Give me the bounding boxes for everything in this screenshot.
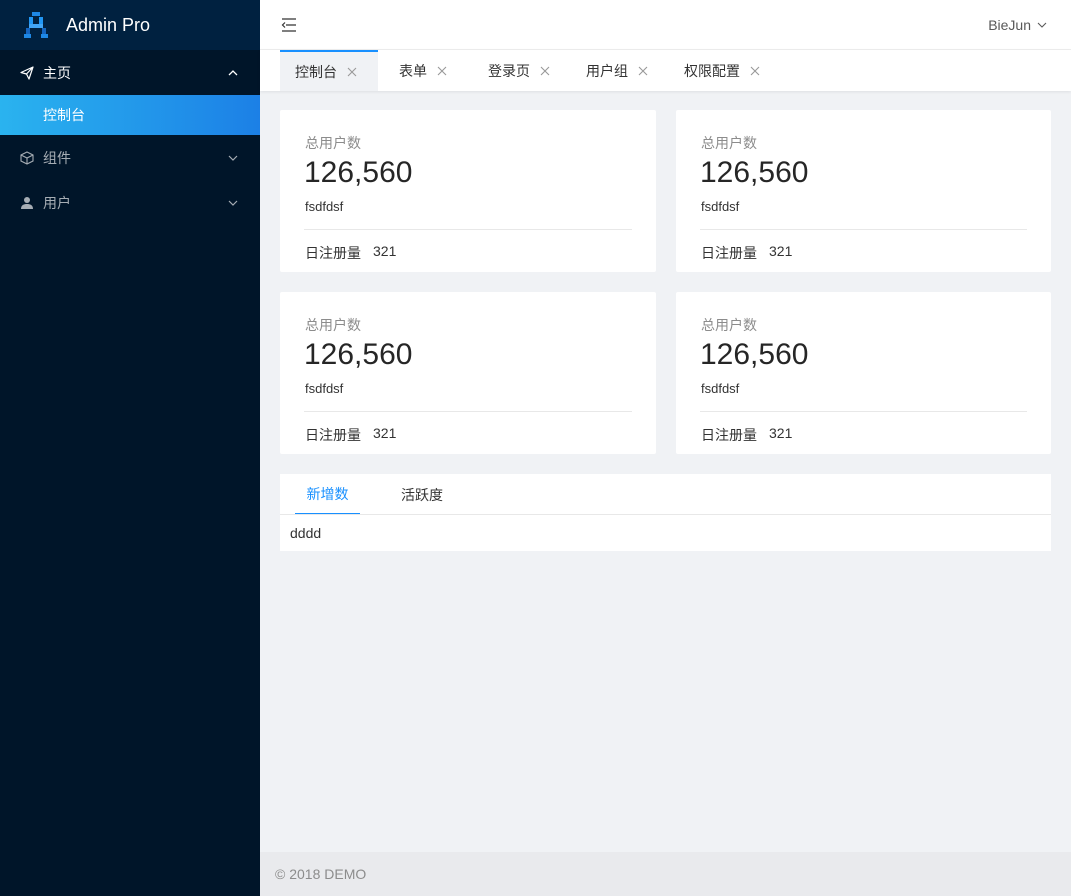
card-divider bbox=[700, 229, 1027, 230]
card-value: 126,560 bbox=[700, 338, 809, 371]
card-title: 总用户数 bbox=[701, 317, 757, 333]
logo-area[interactable]: Admin Pro bbox=[0, 0, 260, 50]
tab-label: 表单 bbox=[399, 62, 427, 79]
tab-permission-config[interactable]: 权限配置 bbox=[684, 50, 760, 91]
footer-copyright: © 2018 DEMO bbox=[275, 866, 367, 882]
top-header: BieJun bbox=[260, 0, 1071, 50]
card-title: 总用户数 bbox=[701, 135, 757, 151]
card-value: 126,560 bbox=[304, 338, 413, 371]
app-title: Admin Pro bbox=[66, 14, 151, 35]
tab-label: 用户组 bbox=[586, 62, 628, 79]
card-footer: 日注册量 321 bbox=[701, 425, 792, 445]
card-divider bbox=[304, 229, 632, 230]
close-icon[interactable] bbox=[347, 67, 357, 77]
user-icon bbox=[20, 196, 34, 210]
sidebar-menu-home[interactable]: 主页 bbox=[0, 50, 260, 95]
chevron-up-icon bbox=[228, 68, 238, 78]
send-icon bbox=[20, 65, 34, 80]
card-value: 126,560 bbox=[304, 156, 413, 189]
close-icon[interactable] bbox=[750, 66, 760, 76]
card-footer-label: 日注册量 bbox=[305, 427, 361, 443]
card-title: 总用户数 bbox=[305, 317, 361, 333]
stat-card: 总用户数 126,560 fsdfdsf 日注册量 321 bbox=[280, 292, 656, 454]
card-footer-label: 日注册量 bbox=[701, 427, 757, 443]
card-footer-value: 321 bbox=[769, 243, 793, 259]
card-divider bbox=[700, 411, 1027, 412]
tab-label: 权限配置 bbox=[684, 62, 740, 79]
sidebar-menu-label: 用户 bbox=[43, 194, 71, 211]
card-title: 总用户数 bbox=[305, 135, 361, 151]
admin-logo-icon bbox=[24, 12, 48, 38]
menu-fold-icon[interactable] bbox=[281, 17, 297, 33]
sidebar-menu-label: 主页 bbox=[43, 64, 71, 81]
page-tabs-bar: 控制台 表单 登录页 用户组 权限配置 bbox=[260, 50, 1071, 91]
tab-login-page[interactable]: 登录页 bbox=[488, 50, 550, 91]
card-footer-value: 321 bbox=[373, 425, 397, 441]
stats-tabs-panel: 新增数 活跃度 dddd bbox=[280, 474, 1051, 551]
stat-card: 总用户数 126,560 fsdfdsf 日注册量 321 bbox=[676, 110, 1051, 272]
page-footer: © 2018 DEMO bbox=[260, 852, 1071, 896]
stat-card: 总用户数 126,560 fsdfdsf 日注册量 321 bbox=[280, 110, 656, 272]
sidebar-menu-users[interactable]: 用户 bbox=[0, 180, 260, 225]
card-footer: 日注册量 321 bbox=[305, 243, 396, 263]
close-icon[interactable] bbox=[638, 66, 648, 76]
card-footer-value: 321 bbox=[769, 425, 793, 441]
card-subtext: fsdfdsf bbox=[701, 381, 740, 396]
card-footer: 日注册量 321 bbox=[305, 425, 396, 445]
chevron-down-icon bbox=[228, 153, 238, 163]
tab-label: 控制台 bbox=[295, 63, 337, 80]
sidebar-menu-label: 组件 bbox=[43, 149, 71, 166]
chevron-down-icon bbox=[228, 198, 238, 208]
sidebar-menu-components[interactable]: 组件 bbox=[0, 135, 260, 180]
card-footer-label: 日注册量 bbox=[701, 245, 757, 261]
card-value: 126,560 bbox=[700, 156, 809, 189]
card-footer: 日注册量 321 bbox=[701, 243, 792, 263]
tab-new-count[interactable]: 新增数 bbox=[295, 474, 360, 515]
tab-user-group[interactable]: 用户组 bbox=[586, 50, 648, 91]
tab-activity[interactable]: 活跃度 bbox=[401, 474, 443, 515]
card-divider bbox=[304, 411, 632, 412]
sidebar: Admin Pro 主页 控制台 组件 用户 bbox=[0, 0, 260, 896]
user-menu[interactable]: BieJun bbox=[988, 17, 1047, 33]
tabs-divider bbox=[280, 514, 1051, 515]
card-subtext: fsdfdsf bbox=[701, 199, 740, 214]
card-footer-label: 日注册量 bbox=[305, 245, 361, 261]
tab-label: 登录页 bbox=[488, 62, 530, 79]
cube-icon bbox=[20, 150, 34, 165]
card-footer-value: 321 bbox=[373, 243, 397, 259]
sidebar-subitem-dashboard[interactable]: 控制台 bbox=[0, 95, 260, 135]
card-subtext: fsdfdsf bbox=[305, 381, 344, 396]
card-subtext: fsdfdsf bbox=[305, 199, 344, 214]
tab-content: dddd bbox=[290, 525, 322, 541]
tab-dashboard[interactable]: 控制台 bbox=[280, 50, 378, 91]
tab-form[interactable]: 表单 bbox=[399, 50, 447, 91]
stat-card: 总用户数 126,560 fsdfdsf 日注册量 321 bbox=[676, 292, 1051, 454]
user-name: BieJun bbox=[988, 17, 1031, 33]
close-icon[interactable] bbox=[540, 66, 550, 76]
chevron-down-icon bbox=[1037, 20, 1047, 30]
close-icon[interactable] bbox=[437, 66, 447, 76]
